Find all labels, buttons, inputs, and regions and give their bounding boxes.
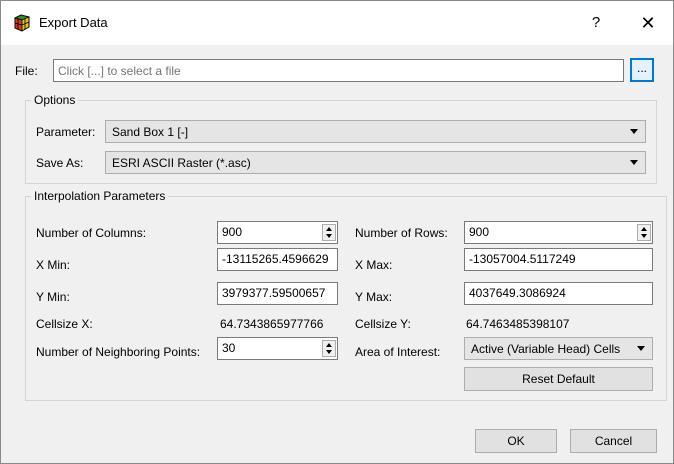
title-bar: Export Data ? ✕ <box>1 1 673 45</box>
save-as-select[interactable]: ESRI ASCII Raster (*.asc) <box>105 151 646 174</box>
spin-arrows-icon[interactable] <box>322 340 336 357</box>
neighbor-points-value: 30 <box>222 341 236 355</box>
chevron-down-icon <box>630 129 638 134</box>
cellsize-x-label: Cellsize X: <box>36 317 93 331</box>
y-min-label: Y Min: <box>36 290 70 304</box>
x-min-field[interactable]: -13115265.4596629 <box>217 248 338 271</box>
export-data-dialog: Export Data ? ✕ File: ... Options Parame… <box>0 0 674 464</box>
area-of-interest-value: Active (Variable Head) Cells <box>471 342 621 356</box>
x-min-value: -13115265.4596629 <box>222 252 329 266</box>
y-max-value: 4037649.3086924 <box>469 286 566 300</box>
help-button[interactable]: ? <box>586 11 606 35</box>
area-of-interest-select[interactable]: Active (Variable Head) Cells <box>464 337 653 360</box>
x-max-value: -13057004.5117249 <box>469 252 576 266</box>
save-as-label: Save As: <box>36 156 84 170</box>
num-rows-value: 900 <box>469 225 490 239</box>
neighbor-points-stepper[interactable]: 30 <box>217 337 338 360</box>
parameter-select[interactable]: Sand Box 1 [-] <box>105 120 646 143</box>
interpolation-group-title: Interpolation Parameters <box>34 189 166 203</box>
file-path-input[interactable] <box>53 59 624 82</box>
ok-button[interactable]: OK <box>475 429 557 453</box>
y-max-label: Y Max: <box>355 290 393 304</box>
reset-default-button[interactable]: Reset Default <box>464 367 653 391</box>
spin-arrows-icon[interactable] <box>637 224 651 241</box>
y-min-field[interactable]: 3979377.59500657 <box>217 282 338 305</box>
save-as-select-value: ESRI ASCII Raster (*.asc) <box>112 156 251 170</box>
neighbor-points-label: Number of Neighboring Points: <box>36 345 201 359</box>
browse-file-button[interactable]: ... <box>630 58 654 82</box>
options-group-title: Options <box>34 93 76 107</box>
num-rows-label: Number of Rows: <box>355 226 448 240</box>
num-columns-value: 900 <box>222 225 243 239</box>
x-max-label: X Max: <box>355 258 393 272</box>
num-columns-label: Number of Columns: <box>36 226 147 240</box>
dialog-title: Export Data <box>39 15 108 30</box>
cancel-button[interactable]: Cancel <box>570 429 657 453</box>
chevron-down-icon <box>637 346 645 351</box>
y-max-field[interactable]: 4037649.3086924 <box>464 282 653 305</box>
spin-arrows-icon[interactable] <box>322 224 336 241</box>
y-min-value: 3979377.59500657 <box>222 286 326 300</box>
file-label: File: <box>15 64 38 78</box>
parameter-label: Parameter: <box>36 125 96 139</box>
cellsize-y-label: Cellsize Y: <box>355 317 411 331</box>
cellsize-y-value: 64.7463485398107 <box>466 317 570 331</box>
x-min-label: X Min: <box>36 258 71 272</box>
num-rows-stepper[interactable]: 900 <box>464 221 653 244</box>
parameter-select-value: Sand Box 1 [-] <box>112 125 189 139</box>
close-button[interactable]: ✕ <box>636 11 660 35</box>
app-grid-cube-icon <box>12 14 31 32</box>
x-max-field[interactable]: -13057004.5117249 <box>464 248 653 271</box>
num-columns-stepper[interactable]: 900 <box>217 221 338 244</box>
cellsize-x-value: 64.7343865977766 <box>220 317 324 331</box>
chevron-down-icon <box>630 160 638 165</box>
area-of-interest-label: Area of Interest: <box>355 345 441 359</box>
